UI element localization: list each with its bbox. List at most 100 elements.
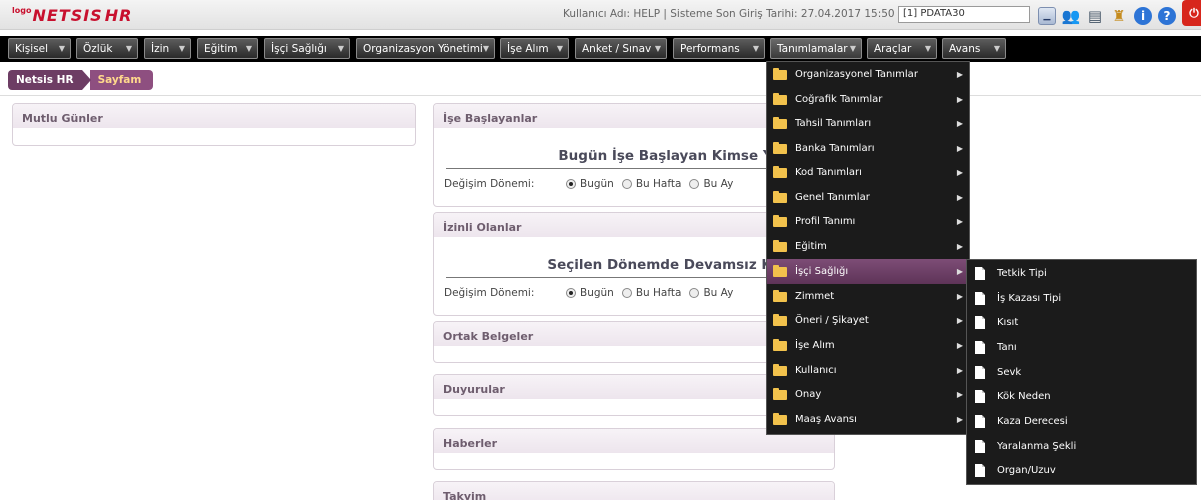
- dropdown-item[interactable]: Tahsil Tanımları ▶: [767, 111, 969, 136]
- widget-title: İşe Başlayanlar: [443, 112, 538, 125]
- netsis-hr-logo[interactable]: logoNETSIS HR: [12, 6, 132, 25]
- submenu-item[interactable]: Sevk: [967, 360, 1196, 385]
- dropdown-item[interactable]: Organizasyonel Tanımlar ▶: [767, 62, 969, 87]
- breadcrumb-root[interactable]: Netsis HR: [8, 70, 82, 90]
- breadcrumb-separator: [81, 70, 91, 90]
- breadcrumb-current[interactable]: Sayfam: [89, 70, 154, 90]
- company-select[interactable]: [1] PDATA30: [898, 6, 1030, 23]
- chevron-down-icon: ▼: [924, 44, 931, 53]
- chevron-right-icon: ▶: [956, 144, 963, 153]
- submenu-item[interactable]: Organ/Uzuv: [967, 458, 1196, 483]
- widget-title: Duyurular: [443, 383, 505, 396]
- chevron-right-icon: ▶: [956, 267, 963, 276]
- folder-icon: [773, 363, 787, 376]
- document-icon: [975, 316, 985, 329]
- widget-title: Ortak Belgeler: [443, 330, 534, 343]
- menu-organizasyon-yonetimi[interactable]: Organizasyon Yönetimi ▼: [356, 38, 495, 59]
- chevron-down-icon: ▼: [849, 44, 856, 53]
- radio-bu-hafta[interactable]: [621, 288, 632, 298]
- people-icon[interactable]: ♜: [1110, 7, 1128, 25]
- radio-bugun[interactable]: [566, 288, 576, 298]
- dropdown-item[interactable]: Profil Tanımı ▶: [767, 209, 969, 234]
- help-icon[interactable]: ?: [1158, 6, 1176, 25]
- menu-ozluk[interactable]: Özlük ▼: [76, 38, 138, 59]
- dropdown-item[interactable]: Kullanıcı ▶: [767, 358, 969, 383]
- dropdown-item[interactable]: Kod Tanımları ▶: [767, 160, 969, 185]
- widget-title: İzinli Olanlar: [443, 221, 522, 234]
- menu-kisisel[interactable]: Kişisel ▼: [8, 38, 71, 59]
- chevron-down-icon: ▼: [482, 44, 489, 53]
- submenu-item[interactable]: İş Kazası Tipi: [967, 286, 1196, 311]
- menu-anket-sinav[interactable]: Anket / Sınav ▼: [575, 38, 667, 59]
- dropdown-item[interactable]: Coğrafik Tanımlar ▶: [767, 87, 969, 112]
- radio-bu-hafta[interactable]: [621, 179, 632, 189]
- chevron-down-icon: ▼: [752, 44, 759, 53]
- widget-title: Mutlu Günler: [22, 112, 103, 125]
- folder-icon: [773, 387, 787, 400]
- dropdown-item[interactable]: Onay ▶: [767, 382, 969, 407]
- folder-icon: [773, 264, 787, 277]
- dropdown-item[interactable]: Öneri / Şikayet ▶: [767, 308, 969, 333]
- chevron-down-icon: ▼: [245, 44, 252, 53]
- menu-egitim[interactable]: Eğitim ▼: [197, 38, 258, 59]
- widget-title: Takvim: [443, 490, 487, 500]
- menu-avans[interactable]: Avans ▼: [942, 38, 1006, 59]
- dropdown-item-selected[interactable]: İşçi Sağlığı ▶: [767, 259, 969, 284]
- menu-izin[interactable]: İzin ▼: [144, 38, 191, 59]
- dropdown-item[interactable]: Zimmet ▶: [767, 284, 969, 309]
- submenu-item[interactable]: Kısıt: [967, 310, 1196, 335]
- menu-performans[interactable]: Performans ▼: [673, 38, 765, 59]
- chevron-down-icon: ▼: [993, 44, 1000, 53]
- document-icon: [975, 292, 985, 305]
- menu-isci-sagligi[interactable]: İşçi Sağlığı ▼: [264, 38, 350, 59]
- submenu-item[interactable]: Kaza Derecesi: [967, 409, 1196, 434]
- period-selector: Değişim Dönemi: Bugün Bu Hafta Bu Ay: [444, 178, 734, 190]
- dropdown-item[interactable]: Banka Tanımları ▶: [767, 136, 969, 161]
- dropdown-item[interactable]: İşe Alım ▶: [767, 333, 969, 358]
- folder-icon: [773, 338, 787, 351]
- chevron-right-icon: ▶: [956, 292, 963, 301]
- minimize-icon[interactable]: ▁: [1038, 6, 1056, 25]
- document-icon: [975, 366, 985, 379]
- card-icon[interactable]: ▤: [1086, 7, 1104, 25]
- widget-title: Haberler: [443, 437, 498, 450]
- info-icon[interactable]: i: [1134, 6, 1152, 25]
- radio-bu-ay[interactable]: [689, 179, 700, 189]
- document-icon: [975, 440, 985, 453]
- folder-icon: [773, 412, 787, 425]
- power-icon[interactable]: ⏻: [1182, 0, 1201, 26]
- folder-icon: [773, 92, 787, 105]
- chevron-down-icon: ▼: [337, 44, 344, 53]
- chevron-right-icon: ▶: [956, 316, 963, 325]
- radio-bu-ay[interactable]: [689, 288, 700, 298]
- menu-tanimlamalar[interactable]: Tanımlamalar ▼: [770, 38, 862, 59]
- dropdown-item[interactable]: Genel Tanımlar ▶: [767, 185, 969, 210]
- chevron-right-icon: ▶: [956, 70, 963, 79]
- chevron-right-icon: ▶: [956, 390, 963, 399]
- folder-icon: [773, 289, 787, 302]
- document-icon: [975, 464, 985, 477]
- period-label: Değişim Dönemi:: [444, 178, 535, 190]
- submenu-item[interactable]: Kök Neden: [967, 384, 1196, 409]
- dropdown-item[interactable]: Maaş Avansı ▶: [767, 407, 969, 432]
- document-icon: [975, 267, 985, 280]
- folder-icon: [773, 214, 787, 227]
- folder-icon: [773, 190, 787, 203]
- isci-sagligi-submenu: Tetkik Tipi İş Kazası Tipi Kısıt Tanı Se…: [966, 259, 1197, 485]
- submenu-item[interactable]: Yaralanma Şekli: [967, 434, 1196, 459]
- chevron-right-icon: ▶: [956, 415, 963, 424]
- users-icon[interactable]: 👥: [1062, 7, 1081, 25]
- chevron-right-icon: ▶: [956, 119, 963, 128]
- dropdown-item[interactable]: Eğitim ▶: [767, 234, 969, 259]
- chevron-right-icon: ▶: [956, 95, 963, 104]
- menu-ise-alim[interactable]: İşe Alım ▼: [500, 38, 569, 59]
- menu-araclar[interactable]: Araçlar ▼: [867, 38, 937, 59]
- period-label: Değişim Dönemi:: [444, 287, 535, 299]
- radio-bugun[interactable]: [566, 179, 576, 189]
- submenu-item[interactable]: Tetkik Tipi: [967, 261, 1196, 286]
- tanimlamalar-dropdown: Organizasyonel Tanımlar ▶ Coğrafik Tanıml…: [766, 61, 970, 435]
- document-icon: [975, 341, 985, 354]
- chevron-down-icon: ▼: [178, 44, 185, 53]
- user-info: Kullanıcı Adı: HELP | Sisteme Son Giriş …: [563, 8, 948, 20]
- submenu-item[interactable]: Tanı: [967, 335, 1196, 360]
